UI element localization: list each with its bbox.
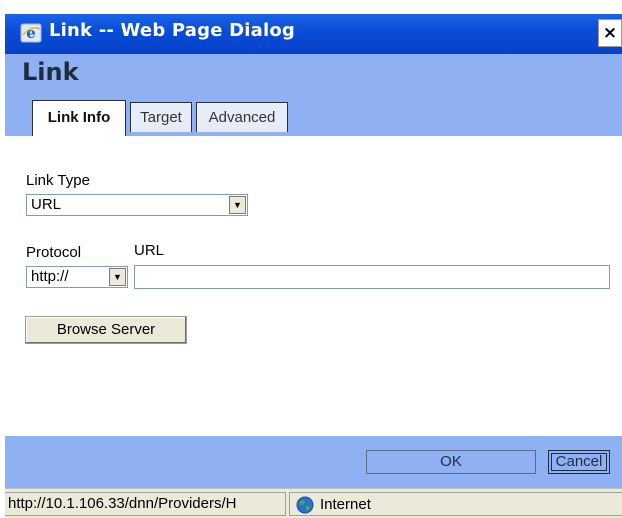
title-bar: e Link -- Web Page Dialog × <box>5 14 622 54</box>
link-type-label: Link Type <box>26 172 90 189</box>
cancel-button[interactable]: Cancel <box>548 450 610 474</box>
chevron-down-icon[interactable]: ▼ <box>109 268 126 286</box>
protocol-value: http:// <box>31 268 69 285</box>
cancel-label: Cancel <box>551 453 607 471</box>
protocol-label: Protocol <box>26 244 82 261</box>
chevron-down-icon[interactable]: ▼ <box>229 196 246 214</box>
status-url: http://10.1.106.33/dnn/Providers/H <box>5 492 286 516</box>
tab-target[interactable]: Target <box>130 102 192 132</box>
browse-server-button[interactable]: Browse Server <box>25 316 187 344</box>
zone-label: Internet <box>320 496 371 513</box>
svg-text:e: e <box>26 24 36 42</box>
tab-advanced[interactable]: Advanced <box>196 102 288 132</box>
tab-link-info[interactable]: Link Info <box>32 100 126 136</box>
dialog-window: e Link -- Web Page Dialog × Link Link In… <box>0 0 622 518</box>
link-type-select[interactable]: URL ▼ <box>26 194 248 216</box>
dialog-heading: Link <box>22 58 79 86</box>
ie-icon: e <box>20 23 42 43</box>
globe-icon <box>296 496 314 514</box>
url-input[interactable] <box>134 265 610 289</box>
window-title: Link -- Web Page Dialog <box>49 20 295 41</box>
close-button[interactable]: × <box>598 19 622 47</box>
ok-button[interactable]: OK <box>366 450 536 474</box>
link-type-value: URL <box>31 196 62 213</box>
protocol-select[interactable]: http:// ▼ <box>26 266 128 288</box>
security-zone: Internet <box>289 492 622 516</box>
status-bar: http://10.1.106.33/dnn/Providers/H Inter… <box>5 488 622 518</box>
url-label: URL <box>134 242 165 259</box>
